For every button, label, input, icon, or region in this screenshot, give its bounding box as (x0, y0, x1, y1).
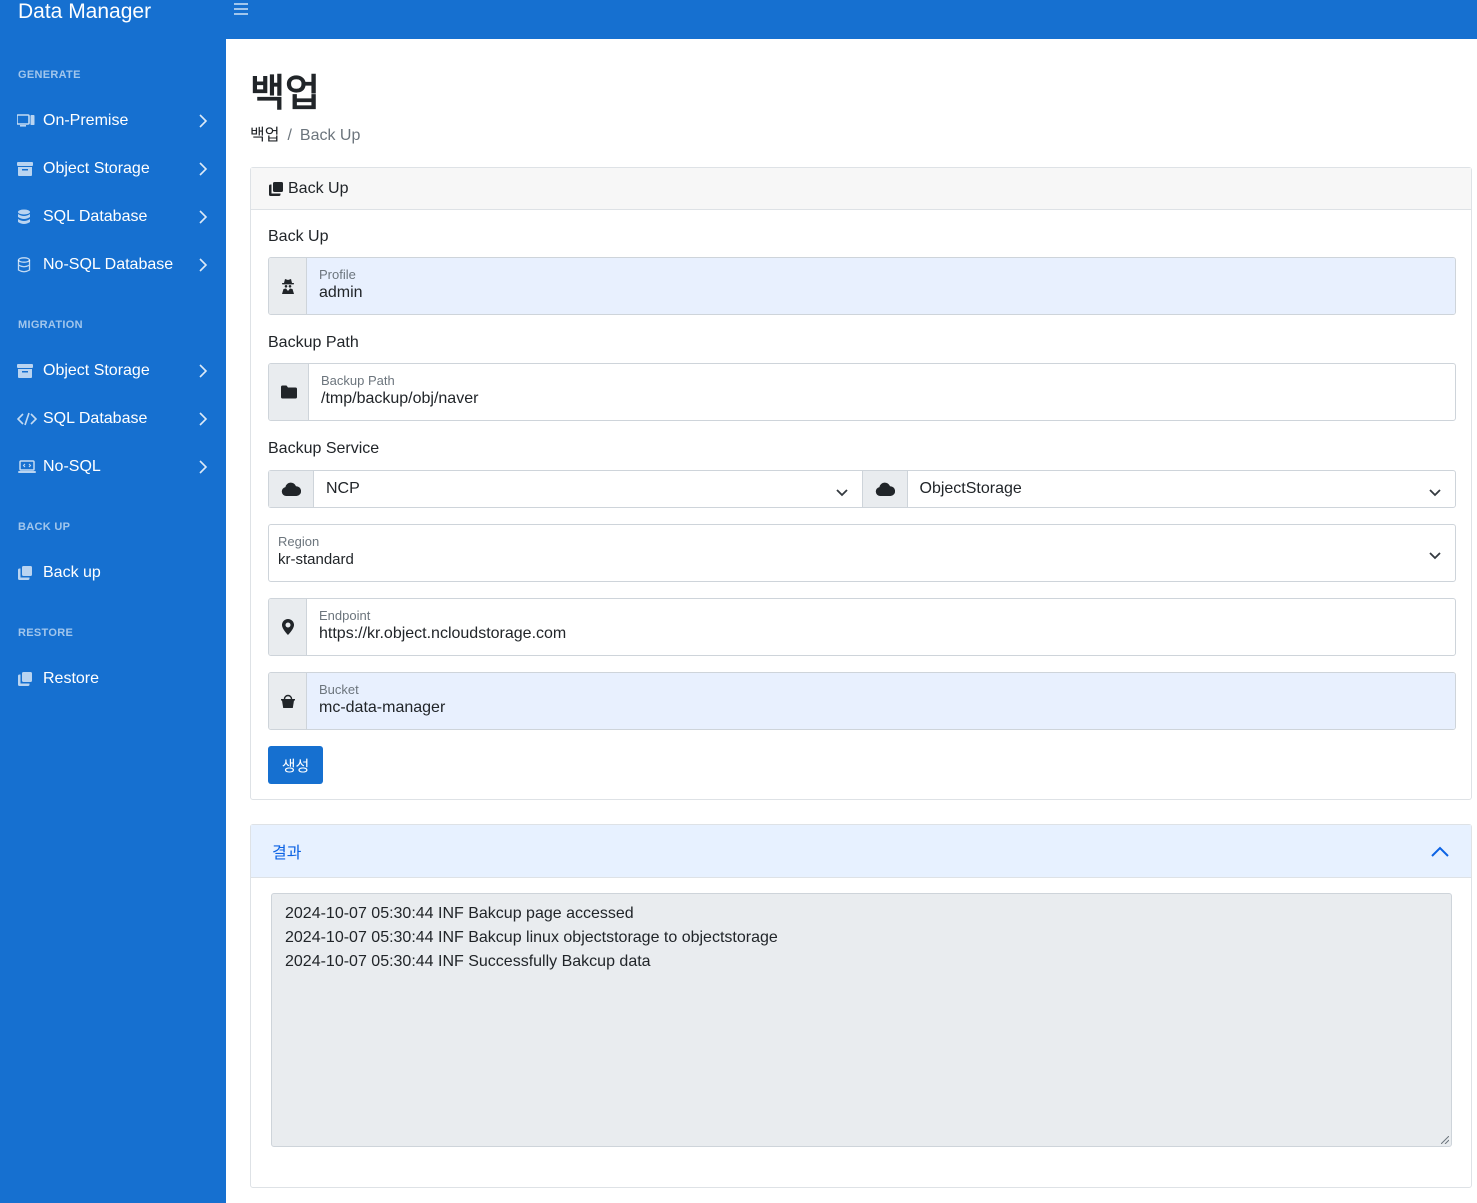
chevron-right-icon (198, 258, 208, 272)
sidebar-item-nosql-database[interactable]: No-SQL Database (0, 245, 226, 285)
sidebar-item-label: On-Premise (43, 112, 129, 129)
provider-select-value: NCP (326, 480, 360, 497)
chevron-down-icon (1429, 484, 1441, 502)
bucket-label: Bucket (319, 682, 359, 697)
chevron-right-icon (198, 210, 208, 224)
service-select-value: ObjectStorage (919, 480, 1022, 497)
region-select[interactable]: Region kr-standard (268, 524, 1456, 582)
region-label: Region (278, 534, 320, 549)
chevron-down-icon (1429, 547, 1441, 565)
card-title: Back Up (288, 179, 349, 197)
endpoint-label: Endpoint (319, 608, 371, 623)
bucket-icon (269, 673, 307, 729)
region-value: kr-standard (278, 551, 354, 568)
sidebar-item-label: Back up (43, 564, 101, 581)
resize-handle-icon[interactable] (1441, 1136, 1449, 1144)
bucket-field[interactable]: Bucket mc-data-manager (268, 672, 1456, 730)
sidebar-item-label: SQL Database (43, 410, 148, 427)
result-log-textarea[interactable]: 2024-10-07 05:30:44 INF Bakcup page acce… (271, 893, 1452, 1147)
chevron-right-icon (198, 114, 208, 128)
copy-icon (17, 565, 37, 581)
hamburger-menu-icon[interactable] (234, 3, 248, 17)
laptop-code-icon (17, 459, 37, 475)
copy-icon (269, 181, 283, 196)
profile-field[interactable]: Profile admin (268, 257, 1456, 315)
result-accordion-title: 결과 (272, 845, 302, 862)
provider-select[interactable]: NCP (314, 471, 862, 507)
sidebar-item-label: Object Storage (43, 362, 150, 379)
sidebar-item-restore[interactable]: Restore (0, 659, 226, 699)
log-line: 2024-10-07 05:30:44 INF Bakcup page acce… (285, 905, 634, 922)
page-title: 백업 (250, 73, 320, 115)
sidebar-item-migration-object-storage[interactable]: Object Storage (0, 351, 226, 391)
cloud-icon (862, 471, 908, 507)
sidebar-item-label: SQL Database (43, 208, 148, 225)
chevron-right-icon (198, 412, 208, 426)
section-label-backup-service: Backup Service (268, 440, 380, 457)
sidebar-item-on-premise[interactable]: On-Premise (0, 101, 226, 141)
code-icon (17, 411, 37, 427)
breadcrumb: 백업 / Back Up (250, 121, 360, 145)
chevron-down-icon (835, 484, 848, 502)
backup-service-row: NCP ObjectStorage (268, 470, 1456, 508)
folder-icon (269, 364, 309, 420)
section-heading-generate: GENERATE (18, 69, 81, 81)
sidebar-item-label: No-SQL (43, 458, 101, 475)
section-label-backup-path: Backup Path (268, 334, 359, 351)
log-line: 2024-10-07 05:30:44 INF Bakcup linux obj… (285, 929, 778, 946)
breadcrumb-current: Back Up (299, 127, 361, 144)
provider-select-group: NCP (268, 470, 862, 508)
brand-title[interactable]: Data Manager (18, 0, 151, 26)
endpoint-input[interactable]: https://kr.object.ncloudstorage.com (319, 625, 1443, 643)
sidebar-item-label: No-SQL Database (43, 256, 174, 273)
sidebar-item-migration-nosql[interactable]: No-SQL (0, 447, 226, 487)
profile-input[interactable]: admin (319, 284, 1443, 302)
sidebar-item-object-storage[interactable]: Object Storage (0, 149, 226, 189)
copy-icon (17, 671, 37, 687)
service-select[interactable]: ObjectStorage (908, 471, 1456, 507)
user-secret-icon (269, 258, 307, 314)
card-header: Back Up (251, 168, 1471, 210)
sidebar-item-label: Object Storage (43, 160, 150, 177)
chevron-up-icon[interactable] (1431, 844, 1449, 862)
top-navbar (226, 0, 1477, 39)
section-heading-restore: RESTORE (18, 627, 74, 639)
chevron-right-icon (198, 460, 208, 474)
create-button[interactable]: 생성 (268, 746, 323, 784)
backup-card: Back Up Back Up Profile admin Backup Pat… (250, 167, 1472, 800)
database-outline-icon (17, 257, 37, 273)
backup-path-label: Backup Path (321, 373, 395, 388)
backup-path-field[interactable]: Backup Path /tmp/backup/obj/naver (268, 363, 1456, 421)
log-line: 2024-10-07 05:30:44 INF Successfully Bak… (285, 953, 651, 970)
backup-path-input[interactable]: /tmp/backup/obj/naver (321, 390, 1443, 408)
profile-label: Profile (319, 267, 356, 282)
section-label-backup: Back Up (268, 228, 329, 245)
sidebar-item-sql-database[interactable]: SQL Database (0, 197, 226, 237)
endpoint-field[interactable]: Endpoint https://kr.object.ncloudstorage… (268, 598, 1456, 656)
result-accordion-header[interactable]: 결과 (251, 825, 1471, 878)
sidebar-item-migration-sql-database[interactable]: SQL Database (0, 399, 226, 439)
result-accordion: 결과 2024-10-07 05:30:44 INF Bakcup page a… (250, 824, 1472, 1188)
database-icon (17, 209, 37, 225)
breadcrumb-root[interactable]: 백업 (250, 127, 279, 144)
monitor-icon (17, 113, 37, 129)
map-marker-icon (269, 599, 307, 655)
chevron-right-icon (198, 162, 208, 176)
archive-icon (17, 363, 37, 379)
cloud-icon (269, 471, 314, 507)
archive-icon (17, 161, 37, 177)
section-heading-backup: BACK UP (18, 521, 71, 533)
chevron-right-icon (198, 364, 208, 378)
service-select-group: ObjectStorage (861, 470, 1456, 508)
breadcrumb-separator: / (287, 127, 292, 144)
sidebar-item-label: Restore (43, 670, 100, 687)
bucket-input[interactable]: mc-data-manager (319, 699, 1443, 717)
section-heading-migration: MIGRATION (18, 319, 83, 331)
sidebar: Data Manager GENERATE On-Premise Object … (0, 0, 226, 1203)
sidebar-item-backup[interactable]: Back up (0, 553, 226, 593)
